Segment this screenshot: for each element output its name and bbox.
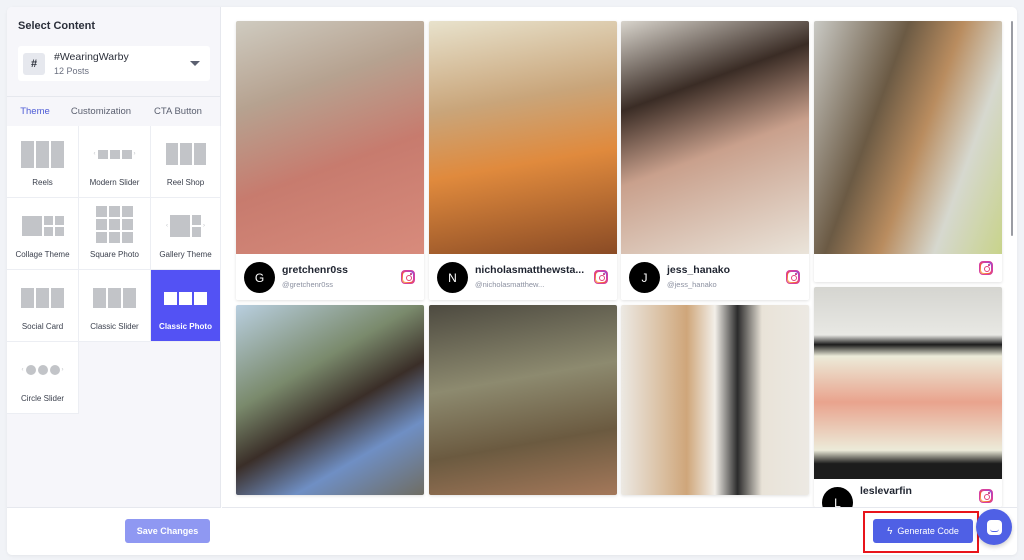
- tab-cta-button[interactable]: CTA Button: [150, 97, 206, 127]
- post-author: [814, 254, 1002, 282]
- post-author: G gretchenr0ss @gretchenr0ss: [236, 254, 424, 300]
- theme-label: Reels: [32, 178, 53, 187]
- theme-classic-slider[interactable]: Classic Slider: [79, 270, 151, 342]
- tab-theme[interactable]: Theme: [18, 97, 52, 128]
- post-card[interactable]: [429, 305, 617, 495]
- avatar: J: [629, 262, 660, 293]
- theme-reels[interactable]: Reels: [7, 126, 79, 198]
- post-photo[interactable]: [236, 305, 424, 495]
- square-photo-layout-icon: [79, 205, 150, 243]
- theme-label: Reel Shop: [166, 178, 205, 187]
- theme-label: Square Photo: [90, 250, 139, 259]
- generate-code-button[interactable]: ϟ Generate Code: [873, 519, 973, 543]
- post-photo[interactable]: [429, 305, 617, 495]
- post-card[interactable]: [814, 21, 1002, 282]
- post-photo[interactable]: [814, 21, 1002, 254]
- theme-label: Classic Slider: [90, 322, 139, 331]
- avatar: N: [437, 262, 468, 293]
- collage-layout-icon: [7, 212, 78, 240]
- post-card[interactable]: J jess_hanako @jess_hanako: [621, 21, 809, 300]
- author-name: jess_hanako: [667, 264, 731, 276]
- post-photo[interactable]: [429, 21, 617, 254]
- circle-slider-layout-icon: ‹ ›: [21, 365, 64, 375]
- post-photo[interactable]: [621, 21, 809, 254]
- modern-slider-layout-icon: ‹ ›: [93, 149, 136, 159]
- post-card[interactable]: G gretchenr0ss @gretchenr0ss: [236, 21, 424, 300]
- theme-label: Modern Slider: [89, 178, 140, 187]
- theme-classic-photo[interactable]: Classic Photo: [151, 270, 221, 342]
- content-source-dropdown[interactable]: # #WearingWarby 12 Posts: [18, 46, 210, 81]
- theme-label: Circle Slider: [20, 394, 65, 403]
- reels-layout-icon: [7, 140, 78, 168]
- instagram-icon[interactable]: [979, 261, 993, 275]
- theme-label: Classic Photo: [159, 322, 212, 331]
- gallery-layout-icon: ‹ ›: [151, 212, 220, 240]
- post-card[interactable]: [621, 305, 809, 495]
- author-name: leslevarfin: [860, 485, 912, 497]
- post-author: J jess_hanako @jess_hanako: [621, 254, 809, 300]
- classic-slider-layout-icon: [79, 284, 150, 312]
- theme-social-card[interactable]: Social Card: [7, 270, 79, 342]
- sidebar-footer: Save Changes: [7, 507, 221, 555]
- main-footer: ϟ Generate Code: [222, 507, 1017, 555]
- hashtag-icon: #: [23, 53, 45, 75]
- avatar: L: [822, 487, 853, 507]
- app-window: Select Content # #WearingWarby 12 Posts …: [7, 7, 1017, 555]
- tab-customization[interactable]: Customization: [67, 97, 135, 127]
- instagram-icon[interactable]: [786, 270, 800, 284]
- theme-label: Social Card: [21, 322, 64, 331]
- feed-scrollbar[interactable]: [1011, 21, 1013, 236]
- sidebar: Select Content # #WearingWarby 12 Posts …: [7, 7, 221, 555]
- post-photo[interactable]: [621, 305, 809, 495]
- chat-icon: [986, 519, 1002, 535]
- post-card[interactable]: [236, 305, 424, 495]
- post-card[interactable]: L leslevarfin: [814, 287, 1002, 507]
- theme-modern-slider[interactable]: ‹ › Modern Slider: [79, 126, 151, 198]
- chevron-down-icon: [190, 61, 200, 66]
- classic-photo-layout-icon: [151, 284, 220, 312]
- post-author: N nicholasmatthewsta... @nicholasmatthew…: [429, 254, 617, 300]
- social-card-layout-icon: [7, 284, 78, 312]
- theme-circle-slider[interactable]: ‹ › Circle Slider: [7, 342, 79, 414]
- theme-square-photo[interactable]: Square Photo: [79, 198, 151, 270]
- author-handle: @nicholasmatthew...: [475, 280, 545, 289]
- theme-label: Collage Theme: [15, 250, 70, 259]
- post-card[interactable]: N nicholasmatthewsta... @nicholasmatthew…: [429, 21, 617, 300]
- theme-label: Gallery Theme: [159, 250, 212, 259]
- instagram-icon[interactable]: [594, 270, 608, 284]
- theme-grid: Reels ‹ › Modern Slider Reel Shop Collag…: [7, 126, 221, 414]
- settings-tabs: Theme Customization CTA Button: [7, 96, 221, 128]
- author-name: nicholasmatthewsta...: [475, 264, 585, 276]
- generate-code-label: Generate Code: [897, 526, 959, 536]
- save-changes-button[interactable]: Save Changes: [125, 519, 210, 543]
- author-handle: @jess_hanako: [667, 280, 717, 289]
- author-handle: @gretchenr0ss: [282, 280, 333, 289]
- instagram-icon[interactable]: [401, 270, 415, 284]
- chat-support-button[interactable]: [976, 509, 1012, 545]
- post-photo[interactable]: [236, 21, 424, 254]
- author-name: gretchenr0ss: [282, 264, 348, 276]
- theme-gallery[interactable]: ‹ › Gallery Theme: [151, 198, 221, 270]
- lightning-icon: ϟ: [887, 525, 893, 537]
- sidebar-title: Select Content: [18, 20, 96, 32]
- instagram-icon[interactable]: [979, 489, 993, 503]
- avatar: G: [244, 262, 275, 293]
- theme-reel-shop[interactable]: Reel Shop: [151, 126, 221, 198]
- theme-collage[interactable]: Collage Theme: [7, 198, 79, 270]
- feed-preview: G gretchenr0ss @gretchenr0ss N nicholasm…: [222, 7, 1017, 507]
- reel-shop-layout-icon: [151, 140, 220, 168]
- source-post-count: 12 Posts: [54, 66, 90, 76]
- source-name: #WearingWarby: [54, 51, 129, 63]
- post-photo[interactable]: [814, 287, 1002, 479]
- post-author: L leslevarfin: [814, 479, 1002, 507]
